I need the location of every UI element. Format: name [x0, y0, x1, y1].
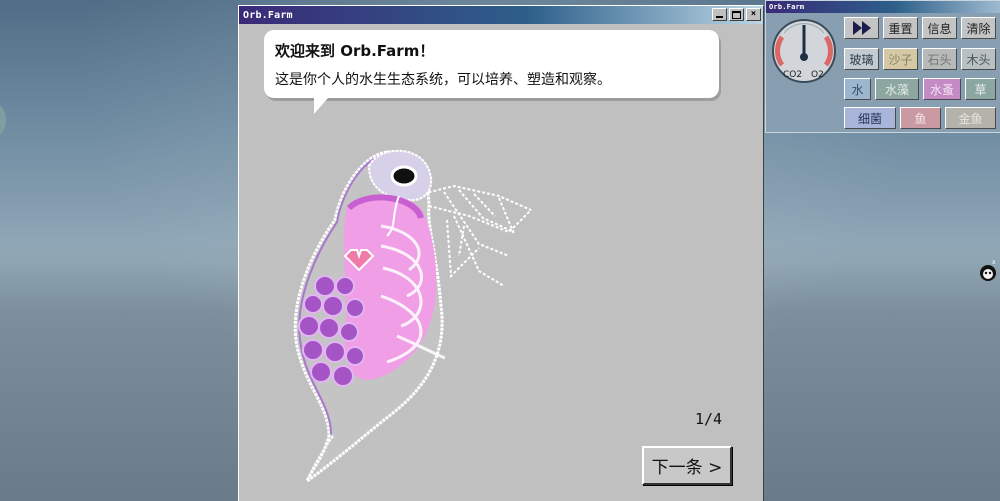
title-bar[interactable]: Orb.Farm × — [239, 6, 763, 24]
fast-forward-icon-second — [861, 21, 871, 35]
material-wood-button[interactable]: 木头 — [961, 48, 996, 70]
fast-forward-icon — [852, 21, 862, 35]
tutorial-title: 欢迎来到 Orb.Farm！ — [275, 42, 435, 60]
material-bacteria-button[interactable]: 细菌 — [844, 107, 896, 129]
clear-button[interactable]: 清除 — [961, 17, 996, 39]
material-sand-button[interactable]: 沙子 — [883, 48, 918, 70]
tutorial-window: Orb.Farm × 欢迎来到 Orb.Farm！ 这是你个人的水生生态系统，可… — [238, 5, 764, 501]
material-daphnia-button[interactable]: 水蚤 — [923, 78, 961, 100]
side-window-title: Orb.Farm — [769, 3, 805, 11]
daphnia-illustration — [293, 149, 532, 486]
close-button[interactable]: × — [746, 8, 761, 21]
side-title-bar[interactable]: Orb.Farm — [766, 1, 1000, 13]
o2-label: O2 — [811, 70, 824, 80]
material-grass-button[interactable]: 草 — [965, 78, 996, 100]
info-button[interactable]: 信息 — [922, 17, 957, 39]
speech-bubble: 欢迎来到 Orb.Farm！ 这是你个人的水生生态系统，可以培养、塑造和观察。 — [264, 30, 719, 114]
material-goldfish-button[interactable]: 金鱼 — [945, 107, 996, 129]
background-orb-glow — [0, 104, 6, 136]
gas-gauge: CO2 O2 — [772, 19, 836, 83]
material-stone-button[interactable]: 石头 — [922, 48, 957, 70]
material-fish-button[interactable]: 鱼 — [900, 107, 941, 129]
page-indicator: 1/4 — [695, 410, 723, 428]
fast-forward-button[interactable] — [844, 17, 879, 39]
mascot-icon[interactable]: x — [978, 259, 1000, 283]
reset-button[interactable]: 重置 — [883, 17, 918, 39]
material-algae-button[interactable]: 水藻 — [875, 78, 919, 100]
tutorial-message: 这是你个人的水生生态系统，可以培养、塑造和观察。 — [275, 72, 611, 88]
eye — [390, 165, 418, 187]
maximize-button[interactable] — [729, 8, 744, 21]
material-water-button[interactable]: 水 — [844, 78, 871, 100]
side-panel-window: Orb.Farm CO2 O2 重置 信息 清除 玻璃 沙子 石头 木头 水 水… — [765, 0, 1000, 133]
window-title: Orb.Farm — [243, 9, 293, 21]
minimize-button[interactable] — [712, 8, 727, 21]
svg-text:x: x — [992, 259, 996, 266]
material-glass-button[interactable]: 玻璃 — [844, 48, 879, 70]
next-button[interactable]: 下一条 > — [642, 446, 732, 485]
co2-label: CO2 — [783, 70, 802, 80]
